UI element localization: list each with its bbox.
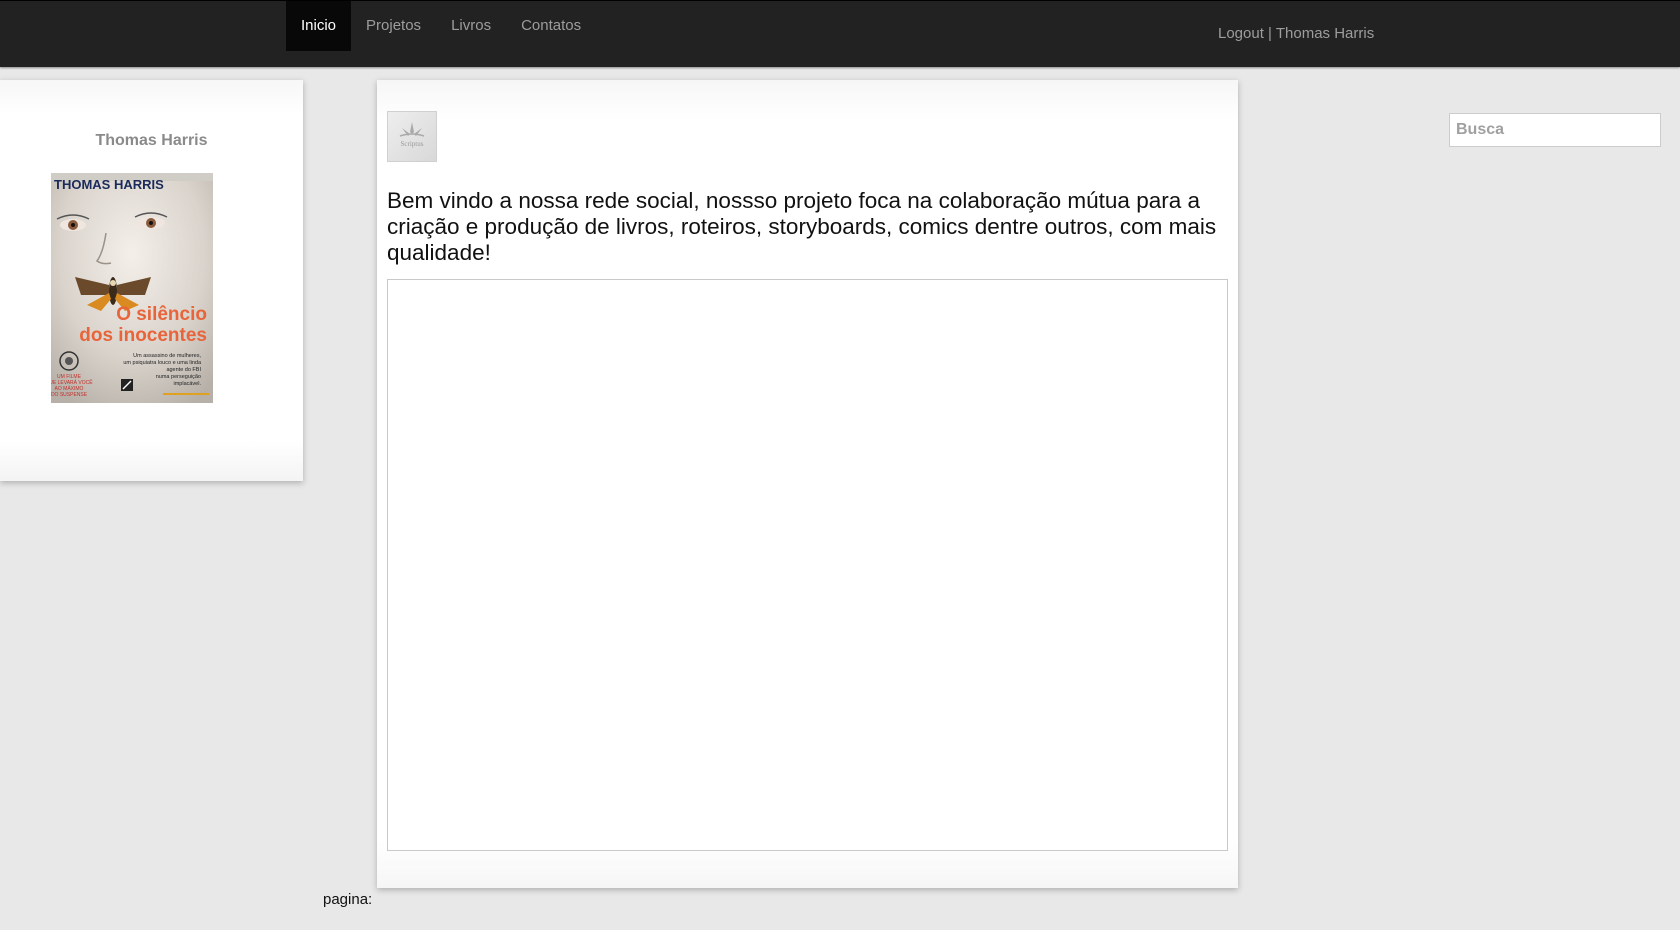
logo-text: Scriptus [401, 140, 424, 148]
site-logo[interactable]: Scriptus [387, 111, 437, 162]
welcome-message: Bem vindo a nossa rede social, nossso pr… [387, 188, 1217, 265]
top-navbar: Inicio Projetos Livros Contatos Logout |… [0, 0, 1680, 67]
book-cover-art: THOMAS HARRIS O silêncio dos inocentes U… [51, 173, 213, 403]
svg-text:Um assassino de mulheres,: Um assassino de mulheres, [133, 353, 201, 359]
svg-text:implacável.: implacável. [173, 381, 201, 387]
nav-item-projetos[interactable]: Projetos [351, 1, 436, 51]
book-cover-image[interactable]: THOMAS HARRIS O silêncio dos inocentes U… [51, 173, 213, 403]
scriptus-logo-icon: Scriptus [399, 122, 425, 148]
profile-name: Thomas Harris [95, 132, 208, 149]
nav-item-contatos[interactable]: Contatos [506, 1, 596, 51]
svg-text:QUE LEVARÁ VOCÊ: QUE LEVARÁ VOCÊ [51, 378, 93, 386]
main-nav: Inicio Projetos Livros Contatos [286, 1, 596, 51]
logout-link[interactable]: Logout [1218, 25, 1264, 42]
user-area: Logout | Thomas Harris [1218, 25, 1374, 42]
profile-card: Thomas Harris THOMAS HARRIS O silêncio d… [0, 80, 303, 481]
cover-author: THOMAS HARRIS [54, 177, 164, 192]
svg-text:numa perseguição: numa perseguição [156, 374, 201, 380]
nav-item-inicio[interactable]: Inicio [286, 1, 352, 51]
cover-title-line2: dos inocentes [79, 325, 207, 346]
svg-text:agente do FBI: agente do FBI [166, 367, 201, 373]
pagination-label: pagina: [323, 891, 373, 908]
search-input[interactable] [1449, 113, 1661, 147]
main-card: Scriptus Bem vindo a nossa rede social, … [377, 80, 1238, 888]
svg-text:DO SUSPENSE: DO SUSPENSE [51, 392, 88, 398]
nav-item-livros[interactable]: Livros [436, 1, 506, 51]
cover-title-line1: O silêncio [116, 304, 207, 325]
user-name-link[interactable]: Thomas Harris [1276, 25, 1374, 42]
user-separator: | [1263, 25, 1276, 42]
svg-text:um psiquiatra louco e uma lind: um psiquiatra louco e uma linda [123, 360, 202, 366]
svg-text:AO MÁXIMO: AO MÁXIMO [55, 385, 84, 392]
content-area [387, 279, 1228, 851]
